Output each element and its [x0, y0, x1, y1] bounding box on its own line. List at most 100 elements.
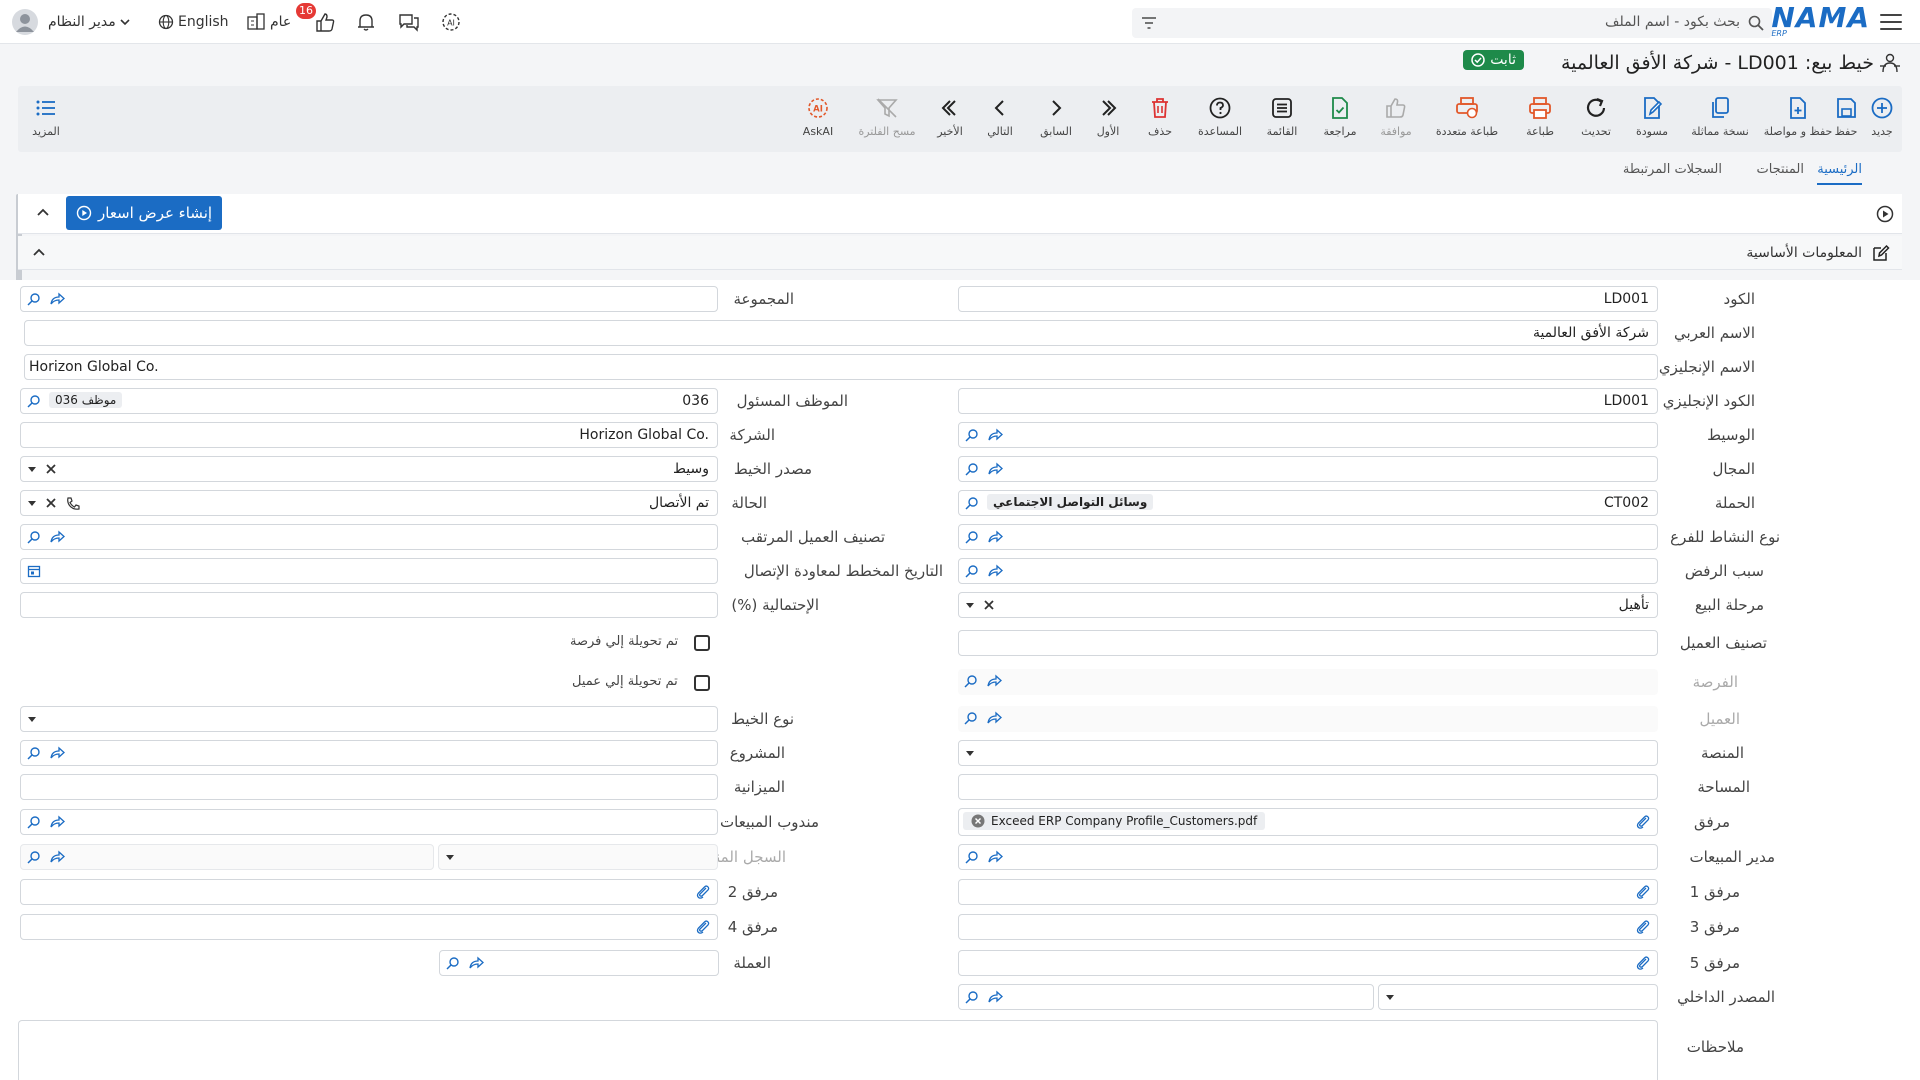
converted-opportunity-checkbox[interactable] — [694, 635, 710, 651]
play-circle-icon[interactable] — [1876, 205, 1894, 223]
code-field[interactable]: LD001 — [958, 286, 1658, 312]
search-icon[interactable] — [27, 292, 41, 306]
share-arrow-icon[interactable] — [986, 711, 1002, 725]
internal-source-field[interactable] — [958, 984, 1374, 1010]
next-record-button[interactable]: التالي — [972, 86, 1028, 152]
attachment2-field[interactable] — [20, 879, 718, 905]
chevron-up-icon[interactable] — [32, 247, 46, 257]
clear-x-icon[interactable] — [45, 496, 57, 510]
last-record-button[interactable]: الأخير — [922, 86, 978, 152]
caret-down-icon[interactable] — [27, 462, 37, 476]
english-code-field[interactable]: LD001 — [958, 388, 1658, 414]
paperclip-icon[interactable] — [1635, 919, 1651, 935]
probability-field[interactable] — [20, 592, 718, 618]
budget-field[interactable] — [20, 774, 718, 800]
search-icon[interactable] — [965, 564, 979, 578]
basic-info-header[interactable]: المعلومات الأساسية — [18, 236, 1902, 270]
share-arrow-icon[interactable] — [49, 746, 65, 760]
attachment-file-chip[interactable]: Exceed ERP Company Profile_Customers.pdf — [963, 812, 1266, 830]
attachment5-field[interactable] — [958, 950, 1658, 976]
platform-select[interactable] — [958, 740, 1658, 766]
attachment4-field[interactable] — [20, 914, 718, 940]
calendar-icon[interactable] — [27, 564, 41, 578]
expected-class-field[interactable] — [20, 524, 718, 550]
caret-down-icon[interactable] — [965, 598, 975, 612]
english-name-field[interactable]: Horizon Global Co. — [24, 354, 1658, 380]
share-arrow-icon[interactable] — [986, 674, 1002, 688]
search-icon[interactable] — [446, 956, 460, 970]
share-arrow-icon[interactable] — [49, 850, 65, 864]
draft-button[interactable]: مسودة — [1624, 86, 1680, 152]
currency-field[interactable] — [439, 950, 719, 976]
approvals-button[interactable] — [314, 0, 336, 44]
share-arrow-icon[interactable] — [49, 292, 65, 306]
customer-class-field[interactable] — [958, 630, 1658, 656]
approve-button[interactable]: موافقة — [1368, 86, 1424, 152]
help-button[interactable]: المساعدة — [1192, 86, 1248, 152]
group-field[interactable] — [20, 286, 718, 312]
language-switcher[interactable]: English — [158, 0, 229, 44]
paperclip-icon[interactable] — [695, 919, 711, 935]
caret-down-icon[interactable] — [965, 746, 975, 760]
area-field[interactable] — [958, 774, 1658, 800]
askai-button[interactable]: AI AskAI — [790, 86, 846, 152]
review-button[interactable]: مراجعة — [1312, 86, 1368, 152]
attachment1-field[interactable] — [958, 879, 1658, 905]
list-button[interactable]: القائمة — [1254, 86, 1310, 152]
share-arrow-icon[interactable] — [987, 428, 1003, 442]
clear-filter-button[interactable]: مسح الفلترة — [852, 86, 922, 152]
tab-related-records[interactable]: السجلات المرتبطة — [1623, 162, 1722, 183]
attachment3-field[interactable] — [958, 914, 1658, 940]
ai-assistant-button[interactable]: AI — [440, 0, 462, 44]
share-arrow-icon[interactable] — [468, 956, 484, 970]
caret-down-icon[interactable] — [445, 850, 455, 864]
opportunity-field[interactable] — [958, 669, 1658, 695]
user-menu[interactable]: مدير النظام — [12, 0, 130, 44]
save-button[interactable]: حفظ — [1818, 86, 1874, 152]
first-record-button[interactable]: الأول — [1080, 86, 1136, 152]
more-button[interactable]: المزيد — [18, 86, 74, 152]
sales-stage-select[interactable]: تأهيل — [958, 592, 1658, 618]
share-arrow-icon[interactable] — [987, 462, 1003, 476]
search-icon[interactable] — [965, 850, 979, 864]
project-field[interactable] — [20, 740, 718, 766]
search-icon[interactable] — [965, 428, 979, 442]
converted-customer-checkbox[interactable] — [694, 675, 710, 691]
search-icon[interactable] — [965, 462, 979, 476]
search-icon[interactable] — [27, 746, 41, 760]
filter-icon[interactable] — [1140, 14, 1158, 32]
broker-field[interactable] — [958, 422, 1658, 448]
search-icon[interactable] — [27, 394, 41, 408]
lead-source-select[interactable]: وسيط — [20, 456, 718, 482]
company-field[interactable]: Horizon Global Co. — [20, 422, 718, 448]
multi-print-button[interactable]: طباعة متعددة — [1430, 86, 1504, 152]
delete-button[interactable]: حذف — [1132, 86, 1188, 152]
messages-button[interactable] — [398, 0, 420, 44]
caret-down-icon[interactable] — [27, 496, 37, 510]
search-input[interactable]: بحث بكود - اسم الملف — [1132, 8, 1772, 38]
search-icon[interactable] — [27, 815, 41, 829]
general-menu[interactable]: عام — [246, 0, 291, 44]
clear-x-icon[interactable] — [45, 462, 57, 476]
origin-record-type-select[interactable] — [438, 844, 718, 870]
sales-rep-field[interactable] — [20, 809, 718, 835]
paperclip-icon[interactable] — [695, 884, 711, 900]
search-icon[interactable] — [964, 711, 978, 725]
save-continue-button[interactable]: حفظ و مواصلة — [1764, 86, 1832, 152]
origin-record-field[interactable] — [20, 844, 434, 870]
internal-source-type-select[interactable] — [1378, 984, 1658, 1010]
share-arrow-icon[interactable] — [987, 564, 1003, 578]
caret-down-icon[interactable] — [27, 712, 37, 726]
reject-reason-field[interactable] — [958, 558, 1658, 584]
share-arrow-icon[interactable] — [987, 850, 1003, 864]
tab-products[interactable]: المنتجات — [1756, 162, 1804, 183]
print-button[interactable]: طباعة — [1512, 86, 1568, 152]
lead-type-select[interactable] — [20, 706, 718, 732]
campaign-field[interactable]: CT002 وسائل التواصل الاجتماعي — [958, 490, 1658, 516]
search-icon[interactable] — [965, 496, 979, 510]
attachment-field[interactable]: Exceed ERP Company Profile_Customers.pdf — [958, 808, 1658, 836]
customer-field[interactable] — [958, 706, 1658, 732]
chevron-up-icon[interactable] — [36, 207, 50, 217]
branch-activity-field[interactable] — [958, 524, 1658, 550]
paperclip-icon[interactable] — [1635, 814, 1651, 830]
